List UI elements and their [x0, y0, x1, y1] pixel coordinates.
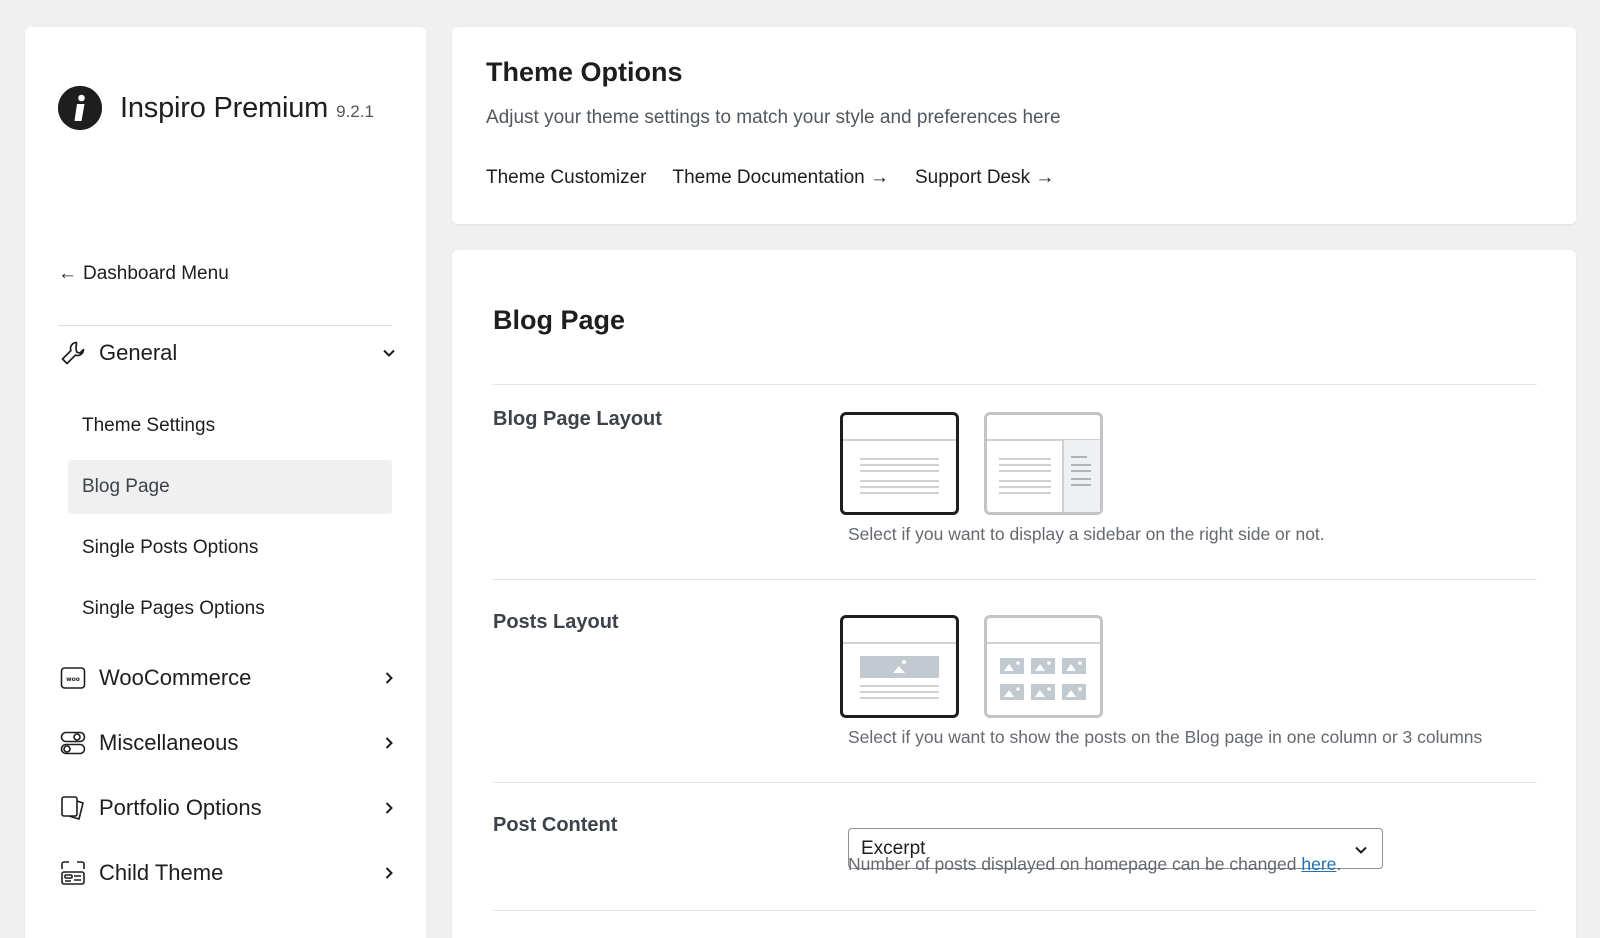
- theme-documentation-link[interactable]: Theme Documentation →: [673, 167, 890, 189]
- sidebar-group-portfolio-options[interactable]: Portfolio Options: [58, 793, 398, 823]
- page-title: Theme Options: [486, 57, 683, 87]
- woo-icon: woo: [58, 663, 88, 693]
- dashboard-menu-link[interactable]: ← Dashboard Menu: [58, 263, 229, 285]
- sidebar-item-single-pages-options[interactable]: Single Pages Options: [68, 582, 392, 636]
- full-width-layout-icon: [843, 439, 956, 494]
- brand: Inspiro Premium 9.2.1: [58, 86, 374, 130]
- sidebar-divider: [58, 325, 392, 326]
- support-desk-link[interactable]: Support Desk →: [915, 167, 1054, 189]
- posts-layout-label: Posts Layout: [493, 611, 619, 633]
- chevron-right-icon: [385, 672, 393, 684]
- page-subtitle: Adjust your theme settings to match your…: [486, 107, 1061, 128]
- sidebar: Inspiro Premium 9.2.1 ← Dashboard Menu G…: [25, 27, 426, 938]
- sidebar-group-miscellaneous[interactable]: Miscellaneous: [58, 728, 398, 758]
- svg-text:woo: woo: [66, 676, 80, 683]
- header-links: Theme Customizer Theme Documentation → S…: [486, 167, 1080, 189]
- three-column-layout-icon: [987, 642, 1100, 700]
- sidebar-group-woocommerce[interactable]: woo WooCommerce: [58, 663, 398, 693]
- sidebar-item-theme-settings[interactable]: Theme Settings: [68, 399, 392, 453]
- chevron-right-icon: [385, 737, 393, 749]
- child-theme-icon: [58, 858, 88, 888]
- blog-page-layout-help: Select if you want to display a sidebar …: [848, 524, 1325, 544]
- brand-name: Inspiro Premium: [120, 91, 329, 124]
- blog-page-layout-label: Blog Page Layout: [493, 408, 662, 430]
- chevron-right-icon: [385, 867, 393, 879]
- section-title: Blog Page: [493, 305, 626, 335]
- chevron-right-icon: [385, 802, 393, 814]
- inspiro-logo-icon: [58, 86, 102, 130]
- sidebar-layout-icon: [987, 439, 1100, 512]
- divider: [493, 579, 1537, 580]
- brand-version: 9.2.1: [336, 102, 374, 121]
- chevron-down-icon: [1355, 846, 1367, 854]
- sidebar-group-label: WooCommerce: [99, 665, 252, 690]
- layout-right-sidebar-option[interactable]: [984, 412, 1103, 515]
- toggles-icon: [58, 728, 88, 758]
- post-content-help-text: Number of posts displayed on homepage ca…: [848, 854, 1302, 874]
- sidebar-item-single-posts-options[interactable]: Single Posts Options: [68, 521, 392, 575]
- one-column-layout-icon: [843, 642, 956, 699]
- layout-full-width-option[interactable]: [840, 412, 959, 515]
- sidebar-group-label: Miscellaneous: [99, 730, 239, 755]
- divider: [493, 782, 1537, 783]
- sidebar-group-label: Portfolio Options: [99, 795, 262, 820]
- theme-options-header: Theme Options Adjust your theme settings…: [452, 27, 1576, 224]
- sidebar-group-label: General: [99, 340, 178, 365]
- wrench-icon: [58, 338, 88, 368]
- post-content-help-suffix: .: [1336, 854, 1342, 874]
- dashboard-menu-label: Dashboard Menu: [83, 263, 229, 284]
- portfolio-icon: [58, 793, 88, 823]
- sidebar-group-child-theme[interactable]: Child Theme: [58, 858, 398, 888]
- arrow-left-icon: ←: [58, 263, 77, 284]
- divider: [493, 910, 1537, 911]
- sidebar-item-blog-page[interactable]: Blog Page: [68, 460, 392, 514]
- blog-page-settings: Blog Page Blog Page Layout Select if you…: [452, 250, 1576, 938]
- sidebar-group-general[interactable]: General: [58, 338, 398, 368]
- post-content-help: Number of posts displayed on homepage ca…: [848, 854, 1341, 875]
- sidebar-group-label: Child Theme: [99, 860, 224, 885]
- posts-one-column-option[interactable]: [840, 615, 959, 718]
- theme-customizer-link[interactable]: Theme Customizer: [486, 167, 647, 189]
- posts-three-column-option[interactable]: [984, 615, 1103, 718]
- posts-count-here-link[interactable]: here: [1301, 854, 1336, 874]
- post-content-label: Post Content: [493, 814, 618, 836]
- chevron-down-icon: [383, 349, 395, 357]
- divider: [493, 384, 1537, 385]
- posts-layout-help: Select if you want to show the posts on …: [848, 727, 1483, 747]
